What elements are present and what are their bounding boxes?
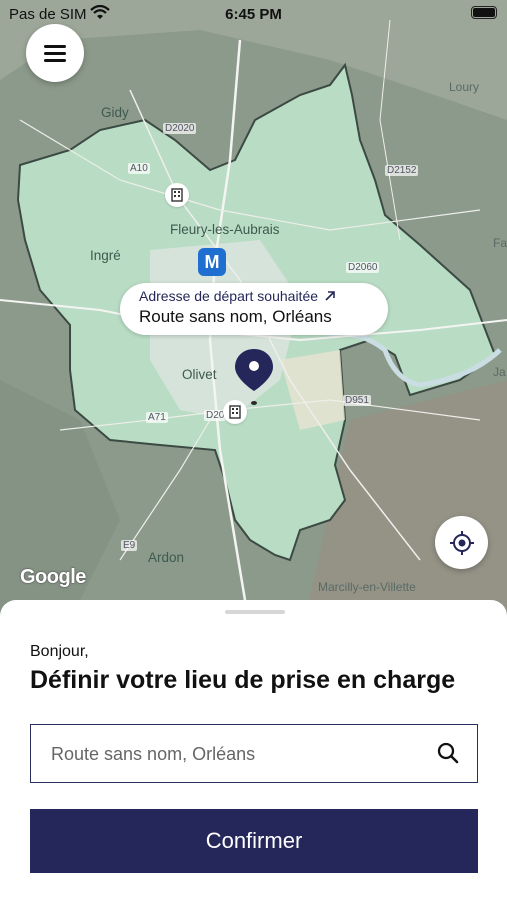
arrow-up-right-icon [325, 291, 335, 301]
map-label-loury: Loury [449, 80, 480, 94]
road-label-a10: A10 [128, 163, 150, 174]
status-bar: Pas de SIM 6:45 PM [0, 0, 507, 28]
map-label-ingre: Ingré [90, 248, 121, 263]
pickup-search-field[interactable] [30, 724, 478, 783]
callout-label: Adresse de départ souhaitée [139, 288, 319, 304]
locate-icon [449, 530, 474, 555]
road-label-d2060: D2060 [346, 262, 380, 273]
road-label-d2020: D2020 [163, 123, 197, 134]
search-icon[interactable] [437, 742, 459, 764]
road-label-a71: A71 [146, 412, 168, 423]
map-label-marcilly: Marcilly-en-Villette [318, 580, 416, 594]
sheet-title: Définir votre lieu de prise en charge [30, 666, 456, 694]
pickup-callout[interactable]: Adresse de départ souhaitée Route sans n… [120, 283, 388, 335]
clock: 6:45 PM [225, 6, 282, 23]
battery-icon [471, 6, 497, 19]
map-label-fa: Fa [493, 236, 507, 250]
pickup-search-input[interactable] [49, 725, 433, 783]
sheet-handle[interactable] [225, 610, 285, 614]
menu-button[interactable] [26, 24, 84, 82]
road-label-d951: D951 [343, 395, 371, 406]
google-logo: Google [20, 566, 86, 588]
map-pin-icon [235, 349, 273, 405]
map-label-olivet: Olivet [182, 367, 217, 382]
locate-me-button[interactable] [435, 516, 488, 569]
bottom-sheet: Bonjour, Définir votre lieu de prise en … [0, 600, 507, 900]
metro-station-icon[interactable]: M [198, 248, 226, 276]
map-label-ja: Ja [493, 365, 506, 379]
callout-address: Route sans nom, Orléans [139, 307, 332, 326]
greeting: Bonjour, [30, 643, 89, 660]
map-label-ardon: Ardon [148, 550, 185, 565]
map-label-gidy: Gidy [101, 105, 129, 120]
map-label-fleury: Fleury-les-Aubrais [170, 222, 280, 237]
menu-icon [44, 45, 66, 62]
map[interactable]: Gidy Loury Ingré Fleury-les-Aubrais Oliv… [0, 0, 507, 640]
road-label-d2152: D2152 [385, 165, 419, 176]
confirm-button[interactable]: Confirmer [30, 809, 478, 873]
building-icon[interactable] [165, 183, 189, 207]
road-label-e9: E9 [121, 540, 138, 551]
